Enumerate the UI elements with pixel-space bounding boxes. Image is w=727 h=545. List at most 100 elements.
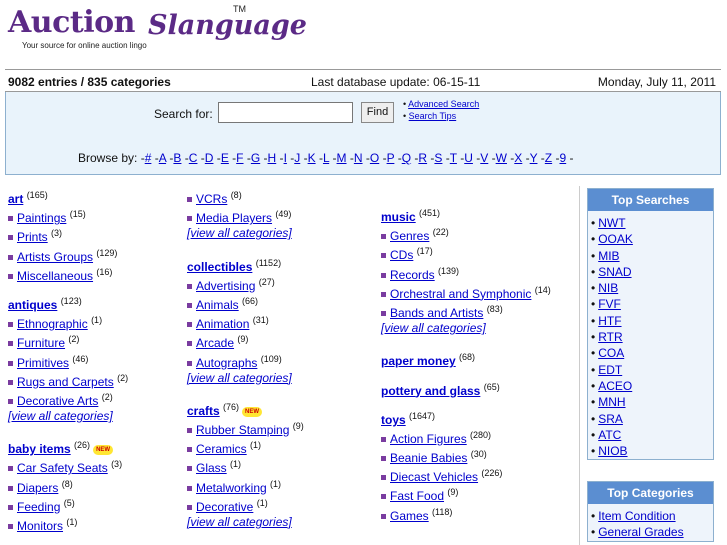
top-search-link[interactable]: NIB <box>598 281 618 295</box>
subcategory-link[interactable]: Games <box>390 509 429 523</box>
subcategory-link[interactable]: Rugs and Carpets <box>17 375 114 389</box>
search-tips-link[interactable]: Search Tips <box>409 111 457 121</box>
letter-link-F[interactable]: F <box>236 151 243 165</box>
view-all-link[interactable]: [view all categories] <box>187 515 292 529</box>
category-link[interactable]: toys <box>381 413 406 427</box>
letter-link-W[interactable]: W <box>496 151 507 165</box>
view-all-link[interactable]: [view all categories] <box>187 371 292 385</box>
letter-link-Q[interactable]: Q <box>402 151 411 165</box>
subcategory-link[interactable]: Autographs <box>196 356 257 370</box>
site-logo[interactable]: Auction Slanguage TM Your source for onl… <box>8 4 307 56</box>
subcategory-link[interactable]: Beanie Babies <box>390 451 467 465</box>
letter-link-R[interactable]: R <box>418 151 427 165</box>
subcategory-link[interactable]: Decorative <box>196 500 253 514</box>
subcategory-link[interactable]: Bands and Artists <box>390 306 483 320</box>
letter-link-G[interactable]: G <box>251 151 260 165</box>
subcategory-link[interactable]: Genres <box>390 229 429 243</box>
top-category-link[interactable]: General Grades <box>598 525 683 539</box>
letter-link-Z[interactable]: Z <box>545 151 552 165</box>
letter-link-N[interactable]: N <box>354 151 363 165</box>
top-search-link[interactable]: FVF <box>598 297 621 311</box>
find-button[interactable]: Find <box>361 102 394 123</box>
view-all-link[interactable]: [view all categories] <box>381 321 486 335</box>
letter-link-Y[interactable]: Y <box>530 151 538 165</box>
subcategory-link[interactable]: Arcade <box>196 336 234 350</box>
subcategory-link[interactable]: Orchestral and Symphonic <box>390 287 531 301</box>
letter-link-S[interactable]: S <box>434 151 442 165</box>
letter-link-U[interactable]: U <box>464 151 473 165</box>
category-link[interactable]: antiques <box>8 298 57 312</box>
top-search-link[interactable]: HTF <box>598 314 621 328</box>
subcategory-link[interactable]: Action Figures <box>390 432 467 446</box>
letter-link-X[interactable]: X <box>514 151 522 165</box>
category-link[interactable]: baby items <box>8 442 71 456</box>
letter-link-B[interactable]: B <box>173 151 181 165</box>
subcategory-link[interactable]: Furniture <box>17 336 65 350</box>
subcategory-link[interactable]: Ceramics <box>196 442 247 456</box>
subcategory-link[interactable]: Rubber Stamping <box>196 423 289 437</box>
subcategory-link[interactable]: Animation <box>196 317 249 331</box>
subcategory-link[interactable]: Decorative Arts <box>17 394 98 408</box>
view-all-link[interactable]: [view all categories] <box>8 409 113 423</box>
category-link[interactable]: collectibles <box>187 260 252 274</box>
category-link[interactable]: paper money <box>381 354 456 368</box>
top-search-link[interactable]: MNH <box>598 395 625 409</box>
subcategory-link[interactable]: Monitors <box>17 519 63 533</box>
top-search-link[interactable]: OOAK <box>598 232 633 246</box>
top-search-link[interactable]: RTR <box>598 330 622 344</box>
letter-link-P[interactable]: P <box>387 151 395 165</box>
letter-link-C[interactable]: C <box>189 151 198 165</box>
subcategory-link[interactable]: Ethnographic <box>17 317 88 331</box>
subcategory-link[interactable]: Diecast Vehicles <box>390 470 478 484</box>
letter-link-H[interactable]: H <box>268 151 277 165</box>
top-search-link[interactable]: NWT <box>598 216 625 230</box>
advanced-search-link[interactable]: Advanced Search <box>408 99 479 109</box>
letter-link-#[interactable]: # <box>145 151 152 165</box>
letter-link-D[interactable]: D <box>205 151 214 165</box>
top-search-link[interactable]: ACEO <box>598 379 632 393</box>
top-category-link[interactable]: Item Condition <box>598 509 675 523</box>
subcategory-link[interactable]: Primitives <box>17 356 69 370</box>
letter-link-V[interactable]: V <box>480 151 488 165</box>
subcategory-link[interactable]: Glass <box>196 461 227 475</box>
subcategory-link[interactable]: Prints <box>17 230 48 244</box>
subcategory-link[interactable]: VCRs <box>196 192 227 206</box>
subcategory-link[interactable]: Animals <box>196 298 239 312</box>
letter-link-T[interactable]: T <box>450 151 457 165</box>
top-search-link[interactable]: SNAD <box>598 265 631 279</box>
subcategory-link[interactable]: Media Players <box>196 211 272 225</box>
top-search-link[interactable]: NIOB <box>598 444 627 458</box>
letter-link-L[interactable]: L <box>323 151 329 165</box>
search-input[interactable] <box>218 102 353 123</box>
subcategory-link[interactable]: Metalworking <box>196 481 267 495</box>
subcategory-link[interactable]: CDs <box>390 248 413 262</box>
letter-link-I[interactable]: I <box>284 151 287 165</box>
top-search-link[interactable]: SRA <box>598 412 623 426</box>
subcategory-link[interactable]: Car Safety Seats <box>17 461 108 475</box>
subcategory-link[interactable]: Fast Food <box>390 489 444 503</box>
letter-link-A[interactable]: A <box>159 151 166 165</box>
subcategory-link[interactable]: Advertising <box>196 279 255 293</box>
letter-link-E[interactable]: E <box>221 151 229 165</box>
subcategory-link[interactable]: Paintings <box>17 211 66 225</box>
subcategory-link[interactable]: Feeding <box>17 500 60 514</box>
letter-link-M[interactable]: M <box>337 151 347 165</box>
subcategory-link[interactable]: Diapers <box>17 481 58 495</box>
letter-link-K[interactable]: K <box>308 151 316 165</box>
view-all-link[interactable]: [view all categories] <box>187 226 292 240</box>
category-link[interactable]: music <box>381 210 416 224</box>
top-search-link[interactable]: ATC <box>598 428 621 442</box>
subcategory-link[interactable]: Records <box>390 268 435 282</box>
letter-link-O[interactable]: O <box>370 151 379 165</box>
subcategory-link[interactable]: Miscellaneous <box>17 269 93 283</box>
category-link[interactable]: art <box>8 192 23 206</box>
top-search-link[interactable]: EDT <box>598 363 622 377</box>
category-link[interactable]: pottery and glass <box>381 384 480 398</box>
letter-link-J[interactable]: J <box>294 151 300 165</box>
category-link[interactable]: crafts <box>187 404 220 418</box>
subcategory-link[interactable]: Artists Groups <box>17 250 93 264</box>
letter-link-9[interactable]: 9 <box>559 151 566 165</box>
top-search-link[interactable]: MIB <box>598 249 619 263</box>
top-search-link[interactable]: COA <box>598 346 624 360</box>
top-search-item: • SRA <box>591 411 713 427</box>
